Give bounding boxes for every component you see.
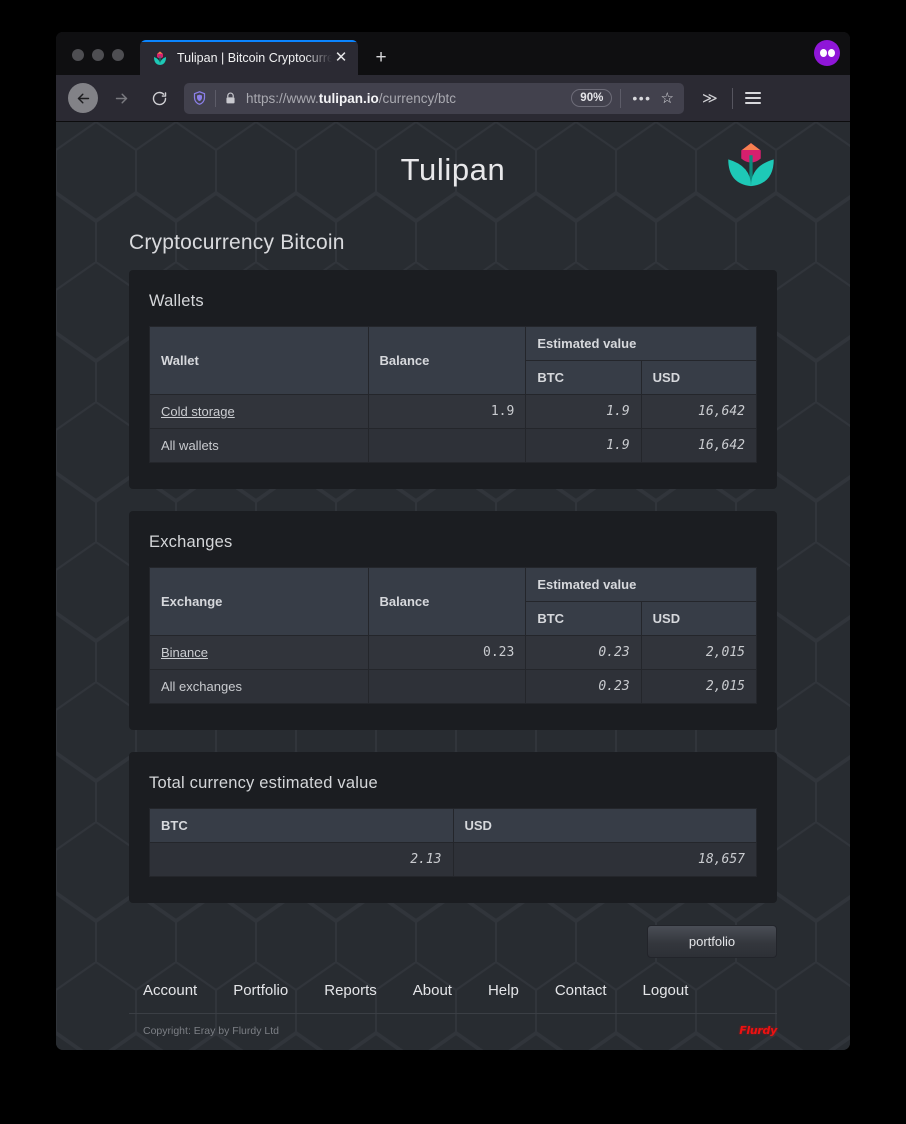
exchange-balance-cell: 0.23 (367, 635, 527, 670)
wallets-table: Wallet Balance Estimated value BTC USD C… (149, 326, 758, 463)
minimize-window-button[interactable] (92, 49, 104, 61)
wallet-balance-cell: 1.9 (367, 394, 527, 429)
flurdy-logo[interactable]: Flurdy (739, 1024, 777, 1037)
footer-link-portfolio[interactable]: Portfolio (233, 982, 288, 999)
footer-link-about[interactable]: About (413, 982, 452, 999)
app-menu-icon[interactable] (744, 92, 761, 104)
exchange-usd-cell: 2,015 (640, 635, 758, 670)
shield-icon[interactable] (192, 90, 207, 106)
tulip-favicon (152, 50, 168, 66)
wallet-usd-cell: 16,642 (640, 428, 758, 463)
totals-table: BTC USD 2.13 18,657 (149, 808, 757, 877)
page-actions-icon[interactable]: ••• (627, 90, 656, 106)
wallets-card: Wallets Wallet Balance Estimated value B… (129, 270, 777, 489)
back-button[interactable] (68, 83, 98, 113)
private-browsing-mask-icon[interactable] (814, 40, 840, 66)
tab-strip: Tulipan | Bitcoin Cryptocurrency ✕ + (56, 32, 850, 75)
toolbar-divider (620, 88, 622, 108)
table-row: Binance 0.23 0.23 2,015 (149, 635, 758, 670)
footer-bottom: Copyright: Eray by Flurdy Ltd Flurdy (129, 1014, 777, 1037)
wallet-name-cell: All wallets (149, 428, 369, 463)
new-tab-button[interactable]: + (366, 42, 396, 72)
wallet-btc-cell: 1.9 (525, 394, 642, 429)
footer-link-reports[interactable]: Reports (324, 982, 377, 999)
browser-tab-title: Tulipan | Bitcoin Cryptocurrency (177, 50, 332, 65)
totals-btc-cell: 2.13 (149, 842, 454, 877)
tulip-logo-icon[interactable] (725, 139, 777, 191)
page-viewport: Tulipan Cryptocurrency Bitcoin Wallets W… (56, 122, 850, 1050)
footer-link-logout[interactable]: Logout (643, 982, 689, 999)
exchange-name-cell: Binance (149, 635, 369, 670)
wallet-btc-cell: 1.9 (525, 428, 642, 463)
site-header: Tulipan (129, 122, 777, 218)
url-text[interactable]: https://www.tulipan.io/currency/btc (246, 91, 571, 106)
table-row: 2.13 18,657 (149, 842, 757, 877)
exchanges-header-row-1: Exchange Balance Estimated value (149, 567, 757, 636)
totals-col-usd: USD (452, 808, 757, 843)
wallets-col-btc: BTC (525, 360, 642, 395)
totals-header-row: BTC USD (149, 808, 757, 843)
exchange-usd-cell: 2,015 (640, 669, 758, 704)
totals-card: Total currency estimated value BTC USD 2… (129, 752, 777, 903)
portfolio-button[interactable]: portfolio (647, 925, 777, 958)
totals-usd-cell: 18,657 (452, 842, 757, 877)
wallets-col-balance: Balance (367, 326, 527, 395)
close-tab-icon[interactable]: ✕ (332, 49, 350, 67)
reload-button[interactable] (144, 83, 174, 113)
lock-icon[interactable] (224, 91, 237, 106)
table-row: All exchanges 0.23 2,015 (149, 669, 758, 704)
url-path: /currency/btc (378, 90, 457, 106)
window-traffic-lights (56, 49, 138, 75)
exchange-link-binance[interactable]: Binance (161, 645, 208, 660)
url-prefix: https://www. (246, 90, 319, 106)
exchanges-card-title: Exchanges (149, 533, 233, 551)
browser-window: Tulipan | Bitcoin Cryptocurrency ✕ + htt (56, 32, 850, 1050)
footer-link-account[interactable]: Account (143, 982, 197, 999)
mask-glyph (819, 49, 835, 57)
exchanges-col-usd: USD (640, 601, 758, 636)
wallet-balance-cell (367, 428, 527, 463)
close-window-button[interactable] (72, 49, 84, 61)
exchange-btc-cell: 0.23 (525, 635, 642, 670)
exchange-balance-cell (367, 669, 527, 704)
wallets-col-usd: USD (640, 360, 758, 395)
copyright-text: Copyright: Eray by Flurdy Ltd (143, 1024, 279, 1037)
totals-card-title: Total currency estimated value (149, 774, 378, 792)
forward-button[interactable] (106, 83, 136, 113)
browser-tab-active[interactable]: Tulipan | Bitcoin Cryptocurrency ✕ (140, 40, 358, 75)
footer-link-help[interactable]: Help (488, 982, 519, 999)
footer-link-contact[interactable]: Contact (555, 982, 607, 999)
exchange-name-cell: All exchanges (149, 669, 369, 704)
overflow-chevron-icon[interactable]: ≫ (694, 89, 726, 107)
browser-toolbar: https://www.tulipan.io/currency/btc 90% … (56, 75, 850, 122)
maximize-window-button[interactable] (112, 49, 124, 61)
wallet-name-cell: Cold storage (149, 394, 369, 429)
wallet-usd-cell: 16,642 (640, 394, 758, 429)
wallets-card-title: Wallets (149, 292, 204, 310)
footer-nav: Account Portfolio Reports About Help Con… (129, 974, 777, 1014)
toolbar-divider-2 (731, 87, 733, 109)
exchanges-col-estimated: Estimated value (525, 567, 757, 602)
exchanges-col-balance: Balance (367, 567, 527, 636)
wallets-col-name: Wallet (149, 326, 369, 395)
exchanges-col-btc: BTC (525, 601, 642, 636)
exchanges-table: Exchange Balance Estimated value BTC USD… (149, 567, 758, 704)
exchange-btc-cell: 0.23 (525, 669, 642, 704)
brand-wordmark: Tulipan (400, 152, 506, 187)
url-divider (215, 89, 216, 107)
page-title: Cryptocurrency Bitcoin (129, 231, 345, 254)
url-domain: tulipan.io (318, 90, 379, 106)
exchanges-col-name: Exchange (149, 567, 369, 636)
zoom-level-badge[interactable]: 90% (571, 89, 613, 107)
table-row: All wallets 1.9 16,642 (149, 428, 758, 463)
bookmark-star-icon[interactable]: ☆ (657, 89, 678, 107)
url-bar[interactable]: https://www.tulipan.io/currency/btc 90% … (184, 82, 684, 114)
wallets-header-row-1: Wallet Balance Estimated value (149, 326, 757, 395)
wallet-link-cold-storage[interactable]: Cold storage (161, 404, 235, 419)
totals-col-btc: BTC (149, 808, 454, 843)
wallets-col-estimated: Estimated value (525, 326, 757, 361)
action-row: portfolio (129, 925, 777, 958)
exchanges-card: Exchanges Exchange Balance Estimated val… (129, 511, 777, 730)
table-row: Cold storage 1.9 1.9 16,642 (149, 394, 758, 429)
